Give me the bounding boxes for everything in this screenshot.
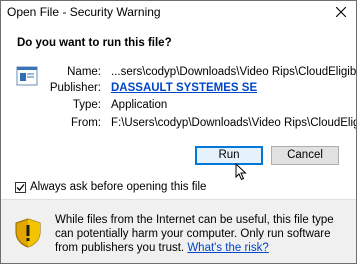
mouse-cursor-icon — [235, 163, 247, 181]
publisher-link[interactable]: DASSAULT SYSTEMES SE — [111, 82, 257, 94]
close-button[interactable] — [326, 1, 356, 23]
close-icon — [336, 7, 346, 17]
from-value: F:\Users\codyp\Downloads\Video Rips\Clou… — [111, 117, 356, 129]
dialog-heading: Do you want to run this file? — [17, 37, 172, 49]
security-warning-dialog: Open File - Security Warning Do you want… — [0, 0, 357, 264]
warning-message: While files from the Internet can be use… — [55, 213, 351, 255]
run-button[interactable]: Run — [195, 146, 263, 165]
always-ask-label: Always ask before opening this file — [30, 181, 207, 193]
always-ask-option[interactable]: Always ask before opening this file — [15, 181, 206, 193]
always-ask-checkbox[interactable] — [15, 181, 26, 193]
checkmark-icon — [16, 183, 25, 191]
application-file-icon — [16, 66, 38, 86]
from-label: From: — [70, 117, 101, 129]
cancel-button[interactable]: Cancel — [271, 146, 339, 165]
name-label: Name: — [67, 66, 101, 78]
whats-the-risk-link[interactable]: What's the risk? — [187, 242, 268, 254]
type-label: Type: — [72, 99, 101, 111]
title-bar[interactable]: Open File - Security Warning — [1, 1, 356, 23]
window-title: Open File - Security Warning — [7, 5, 161, 19]
name-value: ...sers\codyp\Downloads\Video Rips\Cloud… — [111, 66, 357, 78]
security-shield-icon — [15, 218, 41, 248]
publisher-label: Publisher: — [49, 82, 101, 94]
type-value: Application — [111, 99, 168, 111]
